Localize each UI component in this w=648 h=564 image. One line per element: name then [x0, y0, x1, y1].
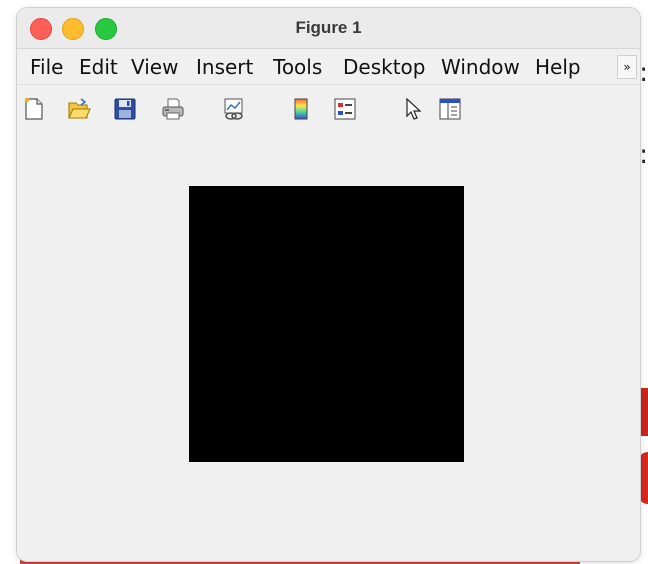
window-title: Figure 1: [295, 18, 362, 37]
image-axes[interactable]: [189, 186, 464, 462]
save-icon: [114, 98, 136, 120]
edit-plot-button[interactable]: [402, 97, 426, 121]
open-file-button[interactable]: [67, 97, 91, 121]
chevron-double-right-icon[interactable]: »: [617, 55, 637, 79]
menu-tools[interactable]: Tools: [273, 55, 343, 79]
new-figure-icon: [24, 97, 43, 120]
title-bar[interactable]: Figure 1: [17, 8, 640, 49]
menu-window[interactable]: Window: [441, 55, 535, 79]
menu-desktop[interactable]: Desktop: [343, 55, 441, 79]
insert-colorbar-button[interactable]: [289, 97, 313, 121]
new-figure-button[interactable]: [22, 97, 46, 121]
background-red-shape: [640, 388, 648, 436]
figure-canvas[interactable]: [17, 133, 640, 561]
background-glyph: :: [639, 58, 648, 88]
menu-help[interactable]: Help: [535, 55, 592, 79]
background-glyph: :: [639, 140, 648, 170]
property-inspector-icon: [439, 98, 461, 120]
link-plot-icon: [224, 98, 243, 120]
open-file-icon: [68, 98, 91, 119]
figure-toolbar: [17, 85, 640, 134]
edit-plot-icon: [406, 97, 422, 120]
menu-view[interactable]: View: [131, 55, 196, 79]
figure-window: Figure 1 File Edit View Insert Tools Des…: [17, 8, 640, 561]
menu-insert[interactable]: Insert: [196, 55, 273, 79]
print-button[interactable]: [161, 97, 185, 121]
insert-legend-icon: [334, 98, 356, 120]
menu-file[interactable]: File: [17, 55, 79, 79]
insert-legend-button[interactable]: [333, 97, 357, 121]
print-icon: [162, 98, 184, 120]
menu-bar: File Edit View Insert Tools Desktop Wind…: [17, 49, 640, 85]
link-plot-button[interactable]: [222, 97, 246, 121]
save-button[interactable]: [113, 97, 137, 121]
insert-colorbar-icon: [294, 98, 308, 120]
menu-edit[interactable]: Edit: [79, 55, 131, 79]
property-inspector-button[interactable]: [438, 97, 462, 121]
